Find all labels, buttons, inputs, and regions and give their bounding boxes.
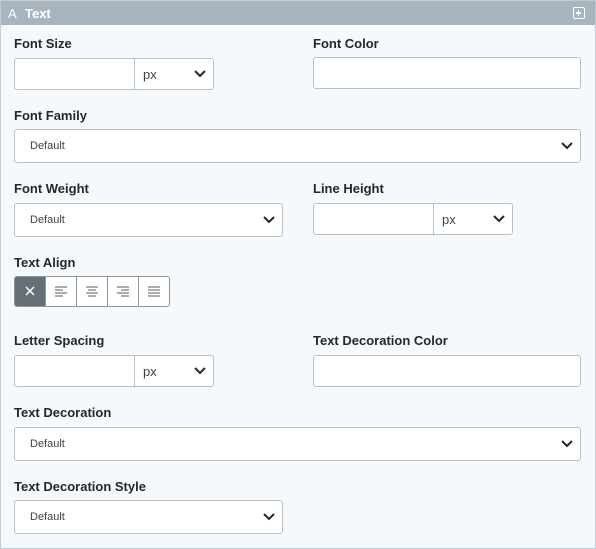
text-decoration-color-input[interactable] [313,355,581,387]
text-decoration-style-select[interactable]: Default [14,500,283,534]
text-decoration-select[interactable]: Default [14,427,581,461]
text-decoration-color-label: Text Decoration Color [313,333,448,348]
chevron-down-icon [493,215,505,223]
text-format-icon: A [8,6,17,21]
font-family-label: Font Family [14,108,87,123]
text-decoration-style-value: Default [30,511,65,523]
align-right-icon [117,286,129,297]
chevron-down-icon [194,70,206,78]
font-color-input[interactable] [313,57,581,89]
font-weight-value: Default [30,214,65,226]
text-align-label: Text Align [14,255,76,270]
align-left-button[interactable] [46,277,77,306]
letter-spacing-input[interactable] [14,355,135,387]
font-family-select[interactable]: Default [14,129,581,163]
text-align-button-group [14,276,170,307]
font-color-label: Font Color [313,36,379,51]
line-height-label: Line Height [313,181,384,196]
align-center-button[interactable] [77,277,108,306]
line-height-unit-value: px [442,212,456,227]
line-height-unit-select[interactable]: px [433,203,513,235]
letter-spacing-label: Letter Spacing [14,333,105,348]
close-icon [25,286,35,296]
align-right-button[interactable] [108,277,139,306]
chevron-down-icon [263,513,275,521]
align-none-button[interactable] [15,277,46,306]
panel-header[interactable]: A Text [1,1,595,25]
chevron-down-icon [561,440,573,448]
letter-spacing-unit-value: px [143,364,157,379]
panel-title: Text [25,6,51,21]
font-weight-select[interactable]: Default [14,203,283,237]
plus-square-icon[interactable] [573,7,585,19]
chevron-down-icon [194,367,206,375]
line-height-input[interactable] [313,203,434,235]
text-settings-panel: A Text Font Size px Font Color Font Fami… [0,0,596,549]
align-left-icon [55,286,67,297]
font-family-value: Default [30,140,65,152]
chevron-down-icon [561,142,573,150]
chevron-down-icon [263,216,275,224]
text-decoration-label: Text Decoration [14,405,112,420]
letter-spacing-unit-select[interactable]: px [134,355,214,387]
font-size-unit-select[interactable]: px [134,58,214,90]
align-justify-icon [148,286,160,297]
font-weight-label: Font Weight [14,181,89,196]
font-size-unit-value: px [143,67,157,82]
align-center-icon [86,286,98,297]
align-justify-button[interactable] [139,277,169,306]
font-size-label: Font Size [14,36,72,51]
text-decoration-style-label: Text Decoration Style [14,479,146,494]
font-size-input[interactable] [14,58,135,90]
text-decoration-value: Default [30,438,65,450]
